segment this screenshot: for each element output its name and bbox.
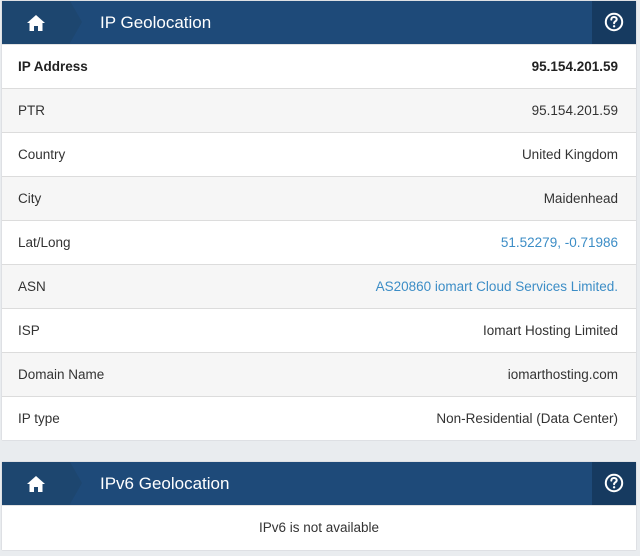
ipv6-geolocation-panel: IPv6 Geolocation IPv6 is not available (2, 462, 636, 550)
panel-title: IP Geolocation (100, 13, 212, 32)
help-button[interactable] (592, 462, 636, 505)
row-label: Country (18, 147, 66, 162)
table-row-lat-long: Lat/Long 51.52279, -0.71986 (2, 220, 636, 264)
row-label: Lat/Long (18, 235, 71, 250)
asn-link[interactable]: AS20860 iomart Cloud Services Limited. (376, 265, 618, 308)
ipv6-unavailable-message: IPv6 is not available (2, 505, 636, 550)
row-value: 95.154.201.59 (531, 103, 618, 118)
ip-geolocation-header: IP Geolocation (2, 1, 636, 44)
table-row-country: Country United Kingdom (2, 132, 636, 176)
row-value: Non-Residential (Data Center) (436, 411, 618, 426)
help-button[interactable] (592, 1, 636, 44)
row-value: United Kingdom (521, 147, 618, 162)
row-label: ASN (18, 279, 46, 294)
panel-title: IPv6 Geolocation (100, 474, 230, 493)
table-row-asn: ASN AS20860 iomart Cloud Services Limite… (2, 264, 636, 308)
row-value: Iomart Hosting Limited (482, 323, 618, 338)
question-circle-icon (604, 473, 624, 493)
home-icon (27, 476, 45, 492)
geolocation-table: IP Address 95.154.201.59 PTR 95.154.201.… (2, 44, 636, 440)
row-label: IP Address (18, 59, 88, 74)
lat-long-link[interactable]: 51.52279, -0.71986 (501, 221, 618, 264)
table-row-domain-name: Domain Name iomarthosting.com (2, 352, 636, 396)
row-label: ISP (18, 323, 40, 338)
row-value: iomarthosting.com (507, 367, 618, 382)
row-value: Maidenhead (543, 191, 618, 206)
table-row-city: City Maidenhead (2, 176, 636, 220)
table-row-ip-address: IP Address 95.154.201.59 (2, 44, 636, 88)
row-label: IP type (18, 411, 60, 426)
ip-geolocation-panel: IP Geolocation IP Address 95.154.201.59 … (2, 1, 636, 440)
row-label: Domain Name (18, 367, 105, 382)
row-label: City (18, 191, 42, 206)
table-row-isp: ISP Iomart Hosting Limited (2, 308, 636, 352)
home-button[interactable] (2, 462, 82, 505)
ipv6-geolocation-header: IPv6 Geolocation (2, 462, 636, 505)
home-icon (27, 15, 45, 31)
question-circle-icon (604, 12, 624, 32)
home-button[interactable] (2, 1, 82, 44)
table-row-ip-type: IP type Non-Residential (Data Center) (2, 396, 636, 440)
row-value: 95.154.201.59 (531, 59, 618, 74)
row-label: PTR (18, 103, 45, 118)
table-row-ptr: PTR 95.154.201.59 (2, 88, 636, 132)
